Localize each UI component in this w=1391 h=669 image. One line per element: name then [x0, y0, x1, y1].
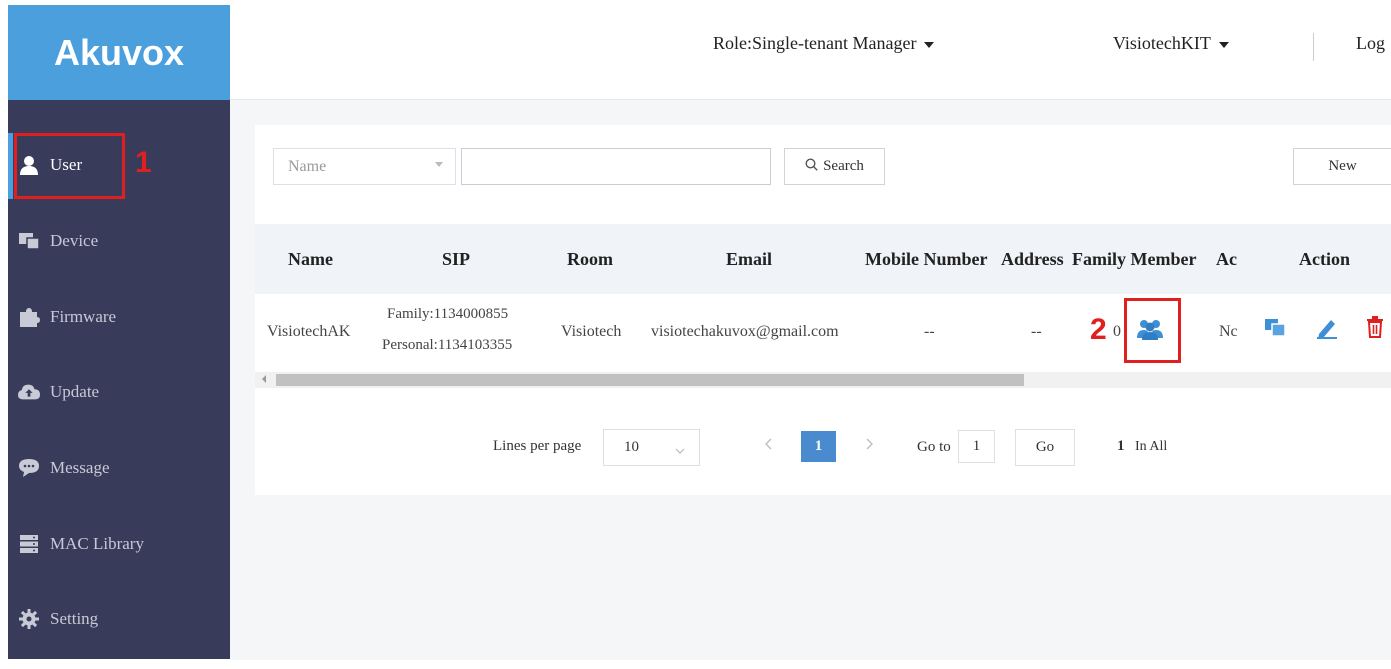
cloud-upload-icon	[18, 381, 40, 403]
caret-down-icon	[1218, 41, 1229, 48]
annotation-box-family-member	[1124, 298, 1181, 363]
annotation-box-user	[14, 133, 125, 199]
lines-per-page-label: Lines per page	[493, 438, 582, 454]
chevron-right-icon	[865, 438, 873, 455]
logout-link[interactable]: Log	[1356, 33, 1385, 54]
cell-email: visiotechakuvox@gmail.com	[651, 323, 839, 340]
sidebar-item-mac-library[interactable]: MAC Library	[8, 519, 230, 569]
cell-mobile: --	[924, 323, 935, 340]
annotation-number-2: 2	[1090, 313, 1107, 346]
scroll-left-arrow-icon[interactable]	[262, 375, 266, 383]
lines-per-page-select[interactable]: 10	[603, 429, 700, 466]
sidebar-item-label: Device	[50, 231, 99, 250]
cell-address: --	[1031, 323, 1042, 340]
sidebar: Akuvox User Device Firmware Update Messa…	[8, 5, 230, 659]
role-dropdown[interactable]: Role:Single-tenant Manager	[713, 33, 935, 54]
cell-name: VisiotechAK	[267, 323, 351, 340]
header-divider	[1313, 33, 1314, 61]
search-button[interactable]: Search	[784, 148, 885, 185]
gear-icon	[18, 608, 40, 630]
sidebar-item-label: Firmware	[50, 307, 117, 326]
sidebar-item-label: MAC Library	[50, 534, 144, 553]
page-number-current[interactable]: 1	[801, 431, 836, 462]
column-header-sip: SIP	[442, 249, 471, 269]
go-button[interactable]: Go	[1015, 429, 1075, 466]
cell-family-count: 0	[1113, 323, 1121, 340]
sidebar-item-firmware[interactable]: Firmware	[8, 292, 230, 342]
cell-ac: Nc	[1219, 323, 1238, 340]
search-field-select[interactable]: Name	[273, 148, 456, 185]
sidebar-item-message[interactable]: Message	[8, 443, 230, 493]
cell-sip-personal: Personal:1134103355	[382, 337, 513, 353]
account-dropdown[interactable]: VisiotechKIT	[1113, 33, 1229, 54]
goto-page-input[interactable]	[958, 430, 995, 463]
brand-logo[interactable]: Akuvox	[8, 5, 230, 100]
sidebar-item-setting[interactable]: Setting	[8, 594, 230, 644]
column-header-mobile: Mobile Number	[865, 249, 988, 269]
total-label: In All	[1135, 439, 1168, 454]
cell-room: Visiotech	[561, 323, 622, 340]
delete-icon[interactable]	[1365, 316, 1385, 343]
puzzle-icon	[18, 306, 40, 328]
annotation-number-1: 1	[135, 146, 152, 179]
column-header-address: Address	[1001, 249, 1064, 269]
chevron-down-icon	[435, 162, 443, 167]
search-icon	[805, 157, 818, 176]
cell-sip-family: Family:1134000855	[387, 306, 509, 322]
column-header-name: Name	[288, 249, 333, 269]
total-count: 1	[1117, 438, 1125, 454]
column-header-action: Action	[1299, 249, 1350, 269]
chevron-down-icon	[675, 443, 685, 460]
sidebar-item-label: Update	[50, 382, 100, 401]
goto-label: Go to	[917, 439, 951, 455]
column-header-ac: Ac	[1216, 249, 1237, 269]
column-header-room: Room	[567, 249, 613, 269]
search-button-label: Search	[823, 158, 864, 174]
column-header-family-member: Family Member	[1072, 249, 1197, 269]
next-page-button[interactable]	[851, 431, 886, 462]
search-field-value: Name	[288, 157, 327, 175]
scrollbar-thumb[interactable]	[276, 374, 1024, 386]
device-icon	[18, 230, 40, 252]
logo-text: Akuvox	[53, 31, 185, 73]
sidebar-item-label: Message	[50, 458, 110, 477]
account-label: VisiotechKIT	[1113, 33, 1211, 53]
chevron-left-icon	[764, 438, 773, 455]
sidebar-item-label: Setting	[50, 609, 99, 628]
caret-down-icon	[924, 41, 935, 48]
prev-page-button[interactable]	[751, 431, 786, 462]
server-icon	[18, 533, 40, 555]
chat-icon	[18, 457, 40, 479]
lines-per-page-value: 10	[624, 439, 639, 455]
column-header-email: Email	[726, 249, 773, 269]
role-label: Role:Single-tenant Manager	[713, 33, 917, 53]
search-input[interactable]	[461, 148, 771, 185]
edit-icon[interactable]	[1315, 316, 1339, 345]
sidebar-item-update[interactable]: Update	[8, 367, 230, 417]
new-button[interactable]: New	[1293, 148, 1391, 185]
sidebar-item-device[interactable]: Device	[8, 216, 230, 266]
device-list-icon[interactable]	[1264, 318, 1286, 342]
